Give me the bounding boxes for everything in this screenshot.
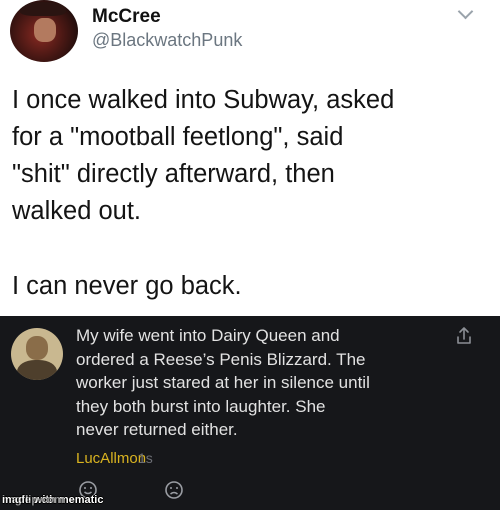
- comment-timestamp: 1s: [138, 450, 153, 466]
- tweet-card: McCree @BlackwatchPunk I once walked int…: [0, 0, 500, 320]
- avatar-head: [26, 336, 48, 360]
- comment-line: My wife went into Dairy Queen and: [76, 326, 340, 345]
- watermark-site: imgflip.com: [2, 494, 64, 506]
- comment-line: ordered a Reese’s Penis Blizzard. The: [76, 349, 366, 369]
- watermark: imgflip.com made with mematic: [2, 494, 103, 506]
- user-handle[interactable]: @BlackwatchPunk: [92, 30, 242, 51]
- comment-author[interactable]: LucAllmon: [76, 450, 146, 467]
- tweet-text: I once walked into Subway, asked for a "…: [12, 82, 492, 305]
- avatar-body: [17, 360, 57, 380]
- commenter-avatar[interactable]: [11, 328, 63, 380]
- share-icon[interactable]: [454, 326, 474, 346]
- tweet-line: for a "mootball feetlong", said: [12, 123, 344, 151]
- comment-line: never returned either.: [76, 420, 238, 439]
- avatar-face: [34, 18, 56, 42]
- tweet-line: walked out.: [12, 197, 141, 225]
- tweet-line: "shit" directly afterward, then: [12, 160, 335, 188]
- comment-text: My wife went into Dairy Queen and ordere…: [76, 324, 456, 442]
- comment-line: they both burst into laughter. She: [76, 396, 326, 416]
- sad-face-icon[interactable]: [164, 480, 184, 500]
- avatar[interactable]: [10, 0, 78, 62]
- tweet-closing-line: I can never go back.: [12, 272, 242, 300]
- comment-line: worker just stared at her in silence unt…: [76, 373, 370, 392]
- comment-card: My wife went into Dairy Queen and ordere…: [0, 316, 500, 510]
- chevron-down-icon[interactable]: [457, 3, 474, 20]
- username[interactable]: McCree: [92, 6, 161, 28]
- tweet-line: I once walked into Subway, asked: [12, 86, 395, 114]
- avatar-hat: [20, 2, 66, 16]
